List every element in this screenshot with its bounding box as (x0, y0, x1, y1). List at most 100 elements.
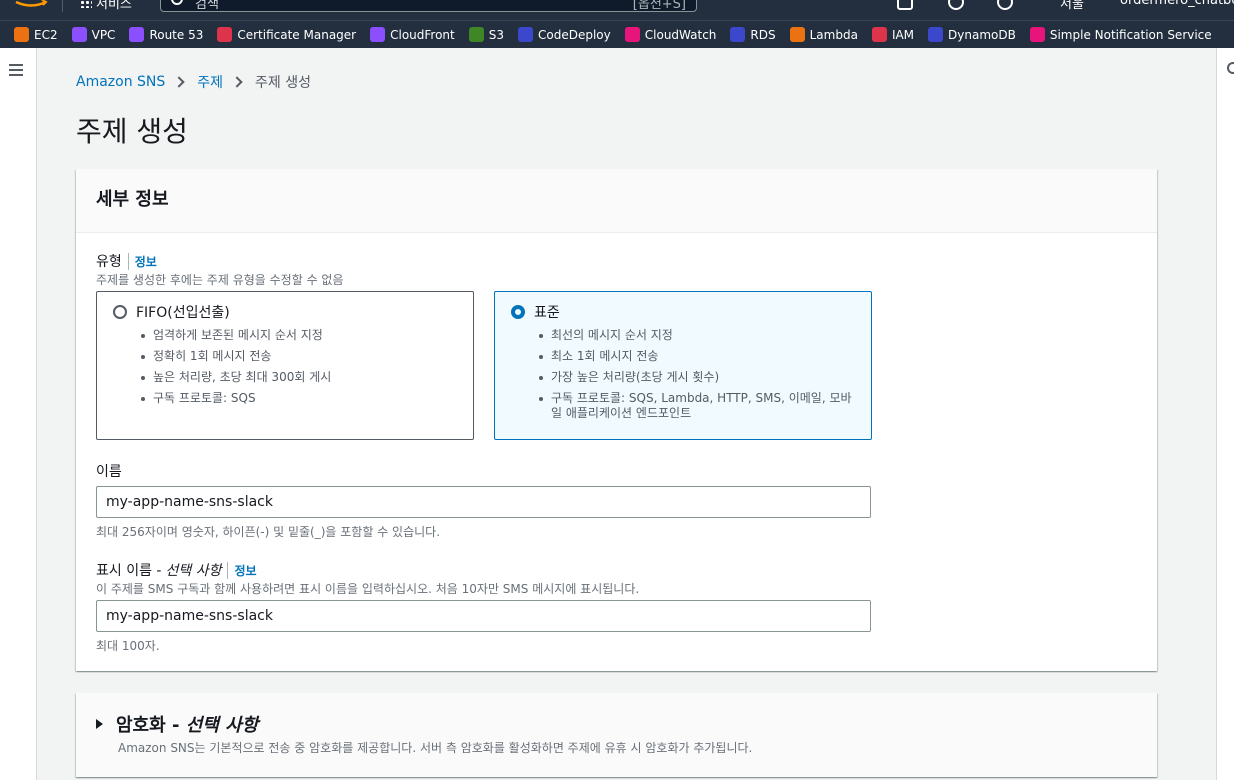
display-name-optional: 선택 사항 (165, 563, 222, 579)
standard-radio[interactable] (511, 305, 525, 319)
info-panel-icon[interactable] (1227, 62, 1234, 74)
type-info-link[interactable]: 정보 (127, 252, 157, 270)
fifo-radio[interactable] (113, 305, 127, 319)
favorite-label: Lambda (809, 27, 858, 42)
favorite-certificate-manager[interactable]: Certificate Manager (217, 27, 356, 42)
favorite-label: EC2 (34, 27, 58, 42)
list-item: 높은 처리량, 초당 최대 300회 게시 (139, 370, 457, 385)
list-item: 가장 높은 처리량(초당 게시 횟수) (537, 370, 855, 385)
service-icon (871, 27, 887, 42)
help-icon[interactable] (997, 0, 1013, 10)
type-label: 유형 (96, 254, 122, 270)
service-icon (468, 27, 484, 42)
favorite-lambda[interactable]: Lambda (789, 27, 858, 42)
service-icon (928, 27, 944, 42)
favorite-label: CloudWatch (644, 27, 717, 42)
service-icon (129, 27, 145, 42)
encryption-description: Amazon SNS는 기본적으로 전송 중 암호화를 제공합니다. 서버 측 … (118, 741, 753, 755)
favorite-label: IAM (891, 27, 915, 42)
favorites-bar: EC2 VPC Route 53 Certificate Manager CloudFr… (0, 20, 1234, 48)
type-label-row: 유형 정보 (96, 251, 157, 271)
favorite-label: Simple Notification Service (1049, 27, 1212, 42)
service-icon (624, 27, 640, 42)
details-header: 세부 정보 (76, 169, 1157, 233)
main-content: Amazon SNS 주제 주제 생성 주제 생성 세부 정보 유형 정보 주제… (38, 48, 1216, 780)
breadcrumb-topics[interactable]: 주제 (197, 72, 223, 92)
favorite-cloudfront[interactable]: CloudFront (370, 27, 455, 42)
encryption-title-text: 암호화 - (116, 715, 180, 736)
favorite-label: DynamoDB (948, 27, 1016, 42)
favorite-label: VPC (91, 27, 116, 42)
service-icon (518, 27, 534, 42)
standard-option-tile[interactable]: 표준 최선의 메시지 순서 지정 최소 1회 메시지 전송 가장 높은 처리량(… (494, 291, 872, 440)
display-name-label: 표시 이름 - (96, 563, 162, 579)
favorite-label: CodeDeploy (538, 27, 611, 42)
services-grid-icon[interactable] (80, 0, 92, 8)
favorite-label: Route 53 (149, 27, 204, 42)
encryption-title: 암호화 - 선택 사항 (116, 711, 258, 737)
left-rail (0, 48, 37, 780)
list-item: 구독 프로토콜: SQS, Lambda, HTTP, SMS, 이메일, 모바… (537, 391, 855, 421)
search-box[interactable]: 검색 [옵션+S] (160, 0, 697, 12)
list-item: 구독 프로토콜: SQS (139, 391, 457, 406)
breadcrumb-amazon-sns[interactable]: Amazon SNS (76, 74, 165, 90)
favorite-cloudwatch[interactable]: CloudWatch (624, 27, 717, 42)
search-shortcut: [옵션+S] (632, 0, 686, 12)
favorite-iam[interactable]: IAM (871, 27, 915, 42)
display-name-info-link[interactable]: 정보 (227, 561, 257, 579)
breadcrumb-current: 주제 생성 (255, 75, 312, 91)
top-navigation: 서비스 검색 [옵션+S] 서울 ordermero_chatbot (0, 0, 1234, 20)
name-input[interactable] (96, 486, 871, 518)
breadcrumb: Amazon SNS 주제 주제 생성 (76, 72, 311, 92)
standard-title: 표준 (534, 305, 560, 321)
service-icon (370, 27, 386, 42)
favorite-s3[interactable]: S3 (468, 27, 505, 42)
details-panel: 세부 정보 유형 정보 주제를 생성한 후에는 주제 유형을 수정할 수 없음 … (76, 169, 1157, 671)
services-menu[interactable]: 서비스 (96, 0, 132, 12)
favorite-label: RDS (750, 27, 776, 42)
fifo-option-tile[interactable]: FIFO(선입선출) 엄격하게 보존된 메시지 순서 지정 정확히 1회 메시지… (96, 291, 474, 440)
list-item: 최소 1회 메시지 전송 (537, 349, 855, 364)
favorite-label: CloudFront (390, 27, 455, 42)
favorite-rds[interactable]: RDS (730, 27, 776, 42)
service-icon (14, 27, 29, 42)
favorite-label: S3 (488, 27, 505, 42)
service-icon (217, 27, 233, 42)
details-title: 세부 정보 (96, 189, 169, 210)
list-item: 최선의 메시지 순서 지정 (537, 328, 855, 343)
favorite-label: Certificate Manager (237, 27, 357, 42)
search-placeholder: 검색 (195, 0, 219, 12)
bell-icon[interactable] (948, 0, 964, 10)
list-item: 정확히 1회 메시지 전송 (139, 349, 457, 364)
type-description: 주제를 생성한 후에는 주제 유형을 수정할 수 없음 (96, 273, 344, 287)
display-name-label-row: 표시 이름 - 선택 사항 정보 (96, 560, 257, 580)
encryption-optional: 선택 사항 (185, 715, 259, 736)
account-menu[interactable]: ordermero_chatbot (1120, 0, 1234, 8)
favorite-route-53[interactable]: Route 53 (129, 27, 203, 42)
region-selector[interactable]: 서울 (1060, 0, 1084, 12)
favorite-vpc[interactable]: VPC (71, 27, 116, 42)
name-label-text: 이름 (96, 464, 122, 480)
service-icon (789, 27, 805, 42)
favorite-dynamodb[interactable]: DynamoDB (928, 27, 1016, 42)
favorite-codedeploy[interactable]: CodeDeploy (518, 27, 611, 42)
standard-features: 최선의 메시지 순서 지정 최소 1회 메시지 전송 가장 높은 처리량(초당 … (511, 328, 855, 421)
nav-separator (62, 0, 63, 12)
service-icon (730, 27, 746, 42)
favorite-simple-notification-service[interactable]: Simple Notification Service (1029, 27, 1212, 42)
chevron-right-icon (173, 76, 185, 88)
aws-logo[interactable] (14, 0, 48, 8)
fifo-features: 엄격하게 보존된 메시지 순서 지정 정확히 1회 메시지 전송 높은 처리량,… (113, 328, 457, 406)
page-title: 주제 생성 (76, 115, 188, 148)
cloudshell-icon[interactable] (897, 0, 913, 10)
service-icon (71, 27, 87, 42)
display-name-input[interactable] (96, 600, 871, 632)
fifo-title: FIFO(선입선출) (136, 305, 230, 321)
name-label: 이름 (96, 461, 122, 481)
menu-icon[interactable] (9, 64, 23, 76)
display-name-hint: 최대 100자. (96, 639, 160, 653)
display-name-description: 이 주제를 SMS 구독과 함께 사용하려면 표시 이름을 입력하십시오. 처음… (96, 582, 640, 596)
encryption-panel: 암호화 - 선택 사항 Amazon SNS는 기본적으로 전송 중 암호화를 … (76, 693, 1157, 777)
favorite-ec2[interactable]: EC2 (14, 27, 58, 42)
encryption-expander[interactable]: 암호화 - 선택 사항 (96, 711, 258, 737)
